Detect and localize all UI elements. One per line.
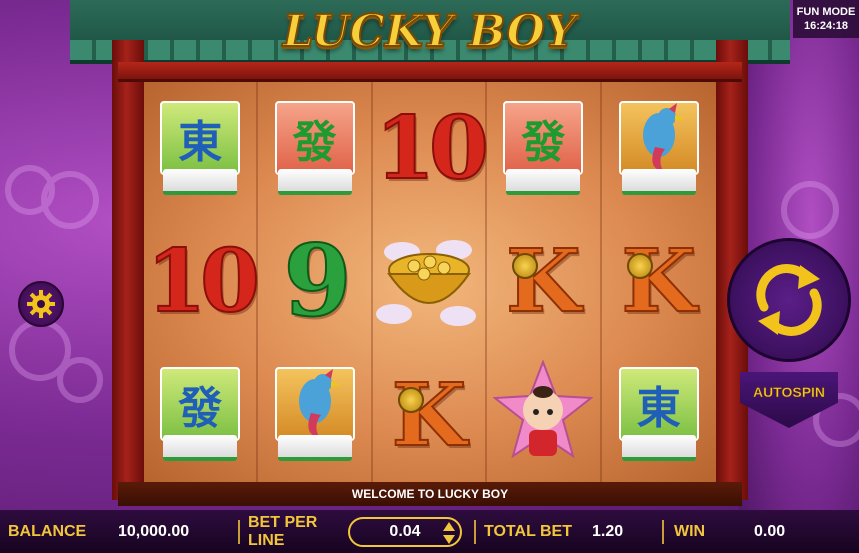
bird-icon xyxy=(642,102,685,171)
spin-arrows-icon xyxy=(756,264,822,336)
king-symbol: K xyxy=(391,364,468,467)
tile-base xyxy=(506,168,581,195)
tile-base xyxy=(277,435,352,462)
reel-cell: K xyxy=(487,215,599,348)
fun-mode-label: FUN MODE xyxy=(796,6,856,18)
win-label: WIN xyxy=(674,522,706,540)
balance-label: BALANCE xyxy=(8,522,87,540)
mahjong-tile-symbol: 東 xyxy=(157,100,243,197)
win-value: 0.00 xyxy=(754,522,786,540)
king-letter: K xyxy=(620,230,697,333)
game-title: LUCKY BOY xyxy=(282,5,577,58)
reel-3: 10 K xyxy=(373,82,490,482)
reel-cell xyxy=(373,215,485,348)
king-symbol: K xyxy=(505,230,582,333)
reel-cell: 發 xyxy=(144,349,256,482)
reel-cell: 東 xyxy=(144,82,256,215)
reel-5: K東 xyxy=(602,82,716,482)
bird-icon xyxy=(298,369,341,438)
mahjong-tile-symbol: 發 xyxy=(500,100,586,197)
tile-face: 東 xyxy=(618,367,699,442)
reel-grid: 東 10 發發 9 10 K 發 K K 東 xyxy=(144,82,716,482)
temple-beam xyxy=(118,62,742,82)
reel-2: 發9 xyxy=(258,82,373,482)
divider xyxy=(238,519,240,544)
settings-button[interactable] xyxy=(18,281,64,327)
reel-cell: 9 xyxy=(258,215,370,348)
reel-cell xyxy=(258,349,370,482)
spin-button[interactable] xyxy=(727,238,851,362)
total-bet-label: TOTAL BET xyxy=(484,522,572,540)
pillar-left xyxy=(112,40,144,500)
number-symbol: 10 xyxy=(145,230,261,333)
reel-cell xyxy=(487,349,599,482)
king-letter: K xyxy=(505,230,582,333)
number-symbol: 10 xyxy=(374,97,490,200)
reel-cell xyxy=(602,82,716,215)
bird-tile-symbol xyxy=(616,100,702,197)
tile-base xyxy=(163,168,238,195)
reel-cell: K xyxy=(602,215,716,348)
tile-base xyxy=(277,168,352,195)
tile-face: 發 xyxy=(503,100,584,175)
tile-face xyxy=(274,367,355,442)
lucky-boy-star-icon xyxy=(493,360,594,459)
coin-icon xyxy=(397,386,424,413)
mahjong-tile-symbol: 發 xyxy=(157,367,243,463)
fun-mode-indicator: FUN MODE 16:24:18 xyxy=(793,0,859,38)
reel-cell: 發 xyxy=(258,82,370,215)
reel-cell: K xyxy=(373,349,485,482)
bird-tile-symbol xyxy=(272,367,358,463)
balance-value: 10,000.00 xyxy=(118,522,190,540)
reel-1: 東 10 發 xyxy=(144,82,261,482)
reel-4: 發K xyxy=(487,82,602,482)
total-bet-value: 1.20 xyxy=(592,522,624,540)
divider xyxy=(662,519,664,544)
message-bar: WELCOME TO LUCKY BOY xyxy=(118,482,742,506)
reel-cell: 東 xyxy=(602,349,716,482)
tile-base xyxy=(163,435,238,462)
bet-per-line-selector[interactable]: 0.04 xyxy=(348,516,462,547)
reel-cell: 發 xyxy=(487,82,599,215)
tile-face: 東 xyxy=(160,100,241,175)
reel-cell: 10 xyxy=(373,82,490,215)
mahjong-tile-symbol: 東 xyxy=(616,367,702,463)
bottom-bar: BALANCE 10,000.00 BET PER LINE 0.04 TOTA… xyxy=(0,510,859,553)
tile-base xyxy=(621,168,696,195)
mahjong-tile-symbol: 發 xyxy=(272,100,358,197)
king-letter: K xyxy=(391,364,468,467)
bet-per-line-label: BET PER LINE xyxy=(248,513,318,549)
king-symbol: K xyxy=(620,230,697,333)
number-symbol: 9 xyxy=(282,223,352,340)
gold-bowl-icon xyxy=(375,239,476,326)
tile-face xyxy=(618,100,699,175)
divider xyxy=(474,519,476,544)
reel-cell: 10 xyxy=(144,215,261,348)
clock: 16:24:18 xyxy=(803,20,849,32)
gear-icon xyxy=(27,290,55,318)
up-down-arrows-icon[interactable] xyxy=(442,521,456,545)
tile-face: 發 xyxy=(274,100,355,175)
bet-per-line-value: 0.04 xyxy=(389,522,421,540)
tile-face: 發 xyxy=(160,367,241,442)
tile-base xyxy=(621,435,696,462)
